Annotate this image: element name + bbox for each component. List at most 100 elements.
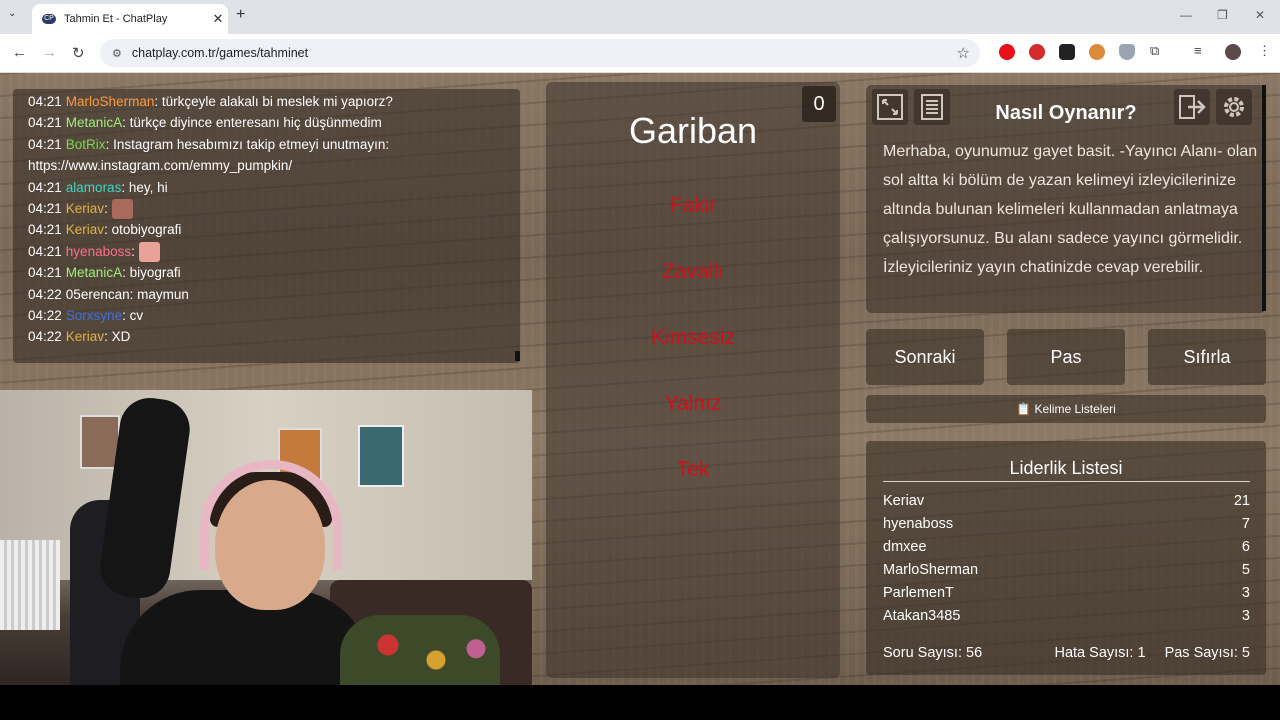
leaderboard-title: Liderlik Listesi	[1009, 458, 1123, 478]
message-text: : biyografi	[122, 265, 181, 281]
logout-icon[interactable]	[1174, 89, 1210, 125]
message-username[interactable]: Keriav	[66, 198, 104, 219]
opera-extension-icon[interactable]	[999, 44, 1015, 60]
player-score: 21	[1233, 493, 1250, 509]
minimize-icon[interactable]: —	[1180, 8, 1192, 22]
forward-icon[interactable]: →	[42, 44, 57, 61]
player-name: hyenaboss	[883, 516, 954, 532]
message-text: : maymun	[129, 286, 189, 302]
player-name: MarloSherman	[883, 562, 979, 578]
back-icon[interactable]: ←	[12, 44, 27, 61]
media-extension-icon[interactable]	[1059, 44, 1075, 60]
message-text: : türkçe diyince enteresanı hiç düşünmed…	[122, 115, 382, 131]
message-time: 04:21	[28, 201, 62, 217]
forbidden-word: Zavallı	[662, 260, 724, 283]
close-tab-icon[interactable]: ✕	[208, 11, 228, 27]
leaderboard-row: ParlemenT 3	[883, 585, 1250, 601]
message-time: 04:22	[28, 329, 62, 345]
message-username[interactable]: Keriav	[66, 219, 104, 240]
chat-message: 04:21 Keriav:	[28, 198, 510, 219]
message-text: : hey, hi	[121, 179, 168, 195]
pass-button[interactable]: Pas	[1007, 329, 1125, 385]
message-username[interactable]: MarloSherman	[66, 91, 155, 112]
tab-search-icon[interactable]: ⌄	[8, 8, 16, 19]
message-text: : Instagram hesabımızı takip etmeyi unut…	[105, 136, 390, 152]
player-name: dmxee	[883, 539, 927, 555]
bottom-bar	[0, 685, 1280, 720]
chat-panel: 04:21 MarloSherman: türkçeyle alakalı bi …	[13, 89, 520, 363]
puzzle-extensions-icon[interactable]: ⧉	[1150, 43, 1159, 59]
message-text: :	[104, 201, 108, 217]
panel-scrollbar[interactable]	[1262, 85, 1266, 311]
reload-icon[interactable]: ↻	[72, 44, 85, 62]
speed-extension-icon[interactable]	[1029, 44, 1045, 60]
media-control-icon[interactable]: ≡	[1194, 43, 1202, 58]
message-text: : cv	[122, 308, 144, 324]
target-word: Gariban	[628, 110, 758, 151]
chat-messages: 04:21 MarloSherman: türkçeyle alakalı bi …	[28, 91, 510, 348]
word-lists-button[interactable]: 📋 Kelime Listeleri	[866, 395, 1266, 423]
message-username[interactable]: hyenaboss	[66, 241, 131, 262]
chat-scrollbar[interactable]	[515, 351, 520, 361]
divider	[883, 481, 1250, 482]
forbidden-word: Kimsesiz	[650, 326, 735, 349]
word-card: 0 Gariban Fakir Zavallı Kimsesiz Yalnız …	[546, 82, 840, 678]
message-text: https://www.instagram.com/emmy_pumpkin/	[28, 158, 293, 174]
message-time: 04:22	[28, 308, 62, 324]
question-count: Soru Sayısı: 56	[883, 645, 983, 661]
shield-extension-icon[interactable]	[1119, 44, 1135, 60]
chat-message: https://www.instagram.com/emmy_pumpkin/	[28, 155, 510, 176]
window-close-icon[interactable]: ✕	[1255, 8, 1265, 22]
forbidden-word: Yalnız	[664, 392, 722, 415]
chat-message: 04:22 Sorxsyne: cv	[28, 305, 510, 326]
error-count: Hata Sayısı: 1	[1054, 645, 1146, 661]
player-score: 3	[1241, 608, 1250, 624]
how-to-play-text: Merhaba, oyunumuz gayet basit. -Yayıncı …	[883, 143, 1258, 276]
message-text: : türkçeyle alakalı bi meslek mi yapıorz…	[154, 94, 393, 109]
player-score: 6	[1241, 539, 1250, 555]
message-time: 04:21	[28, 136, 62, 152]
message-time: 04:21	[28, 115, 62, 131]
chat-message: 04:21 BotRix: Instagram hesabımızı takip …	[28, 134, 510, 155]
message-username[interactable]: MetanicA	[66, 262, 122, 283]
webcam-feed	[0, 390, 532, 685]
chat-message: 04:22 Keriav: XD	[28, 326, 510, 347]
message-time: 04:21	[28, 222, 62, 238]
message-time: 04:21	[28, 243, 62, 259]
how-to-play-panel: Nasıl Oynanır? Merhaba, oyunumuz gayet b…	[866, 85, 1266, 313]
url-text[interactable]: chatplay.com.tr/games/tahminet	[132, 46, 957, 60]
restore-icon[interactable]: ❐	[1217, 8, 1228, 22]
profile-avatar[interactable]	[1225, 44, 1241, 60]
address-bar[interactable]: ⚙ chatplay.com.tr/games/tahminet ☆	[100, 39, 980, 67]
site-info-icon[interactable]: ⚙	[112, 47, 122, 60]
browser-tab[interactable]: CP Tahmin Et - ChatPlay ✕	[32, 4, 228, 34]
leaderboard-row: hyenaboss 7	[883, 516, 1250, 532]
next-button[interactable]: Sonraki	[866, 329, 984, 385]
bookmark-star-icon[interactable]: ☆	[957, 44, 970, 62]
leaderboard-row: Atakan3485 3	[883, 608, 1250, 624]
message-username[interactable]: 05erencan	[66, 284, 130, 305]
browser-menu-icon[interactable]: ⋮	[1258, 43, 1271, 59]
leaderboard-panel: Liderlik Listesi Keriav 21 hyenaboss 7 dmx…	[866, 441, 1266, 675]
extension-icon[interactable]	[1089, 44, 1105, 60]
message-time: 04:21	[28, 179, 62, 195]
new-tab-icon[interactable]: +	[236, 6, 245, 24]
tab-title: Tahmin Et - ChatPlay	[64, 13, 168, 25]
message-text: : otobiyografi	[104, 222, 182, 238]
message-username[interactable]: BotRix	[66, 134, 106, 155]
message-username[interactable]: MetanicA	[66, 112, 122, 133]
settings-gear-icon[interactable]	[1216, 89, 1252, 125]
message-username[interactable]: Sorxsyne	[66, 305, 122, 326]
message-text: :	[131, 243, 135, 259]
emote-icon	[111, 198, 133, 219]
message-username[interactable]: alamoras	[66, 177, 122, 198]
reset-button[interactable]: Sıfırla	[1148, 329, 1266, 385]
player-score: 3	[1241, 585, 1250, 601]
message-time: 04:21	[28, 265, 62, 281]
player-score: 5	[1241, 562, 1250, 578]
chat-message: 04:21 MetanicA: biyografi	[28, 262, 510, 283]
message-time: 04:22	[28, 286, 62, 302]
emote-icon	[138, 241, 160, 262]
message-username[interactable]: Keriav	[66, 326, 104, 347]
chat-message: 04:21 MetanicA: türkçe diyince enteresanı…	[28, 112, 510, 133]
